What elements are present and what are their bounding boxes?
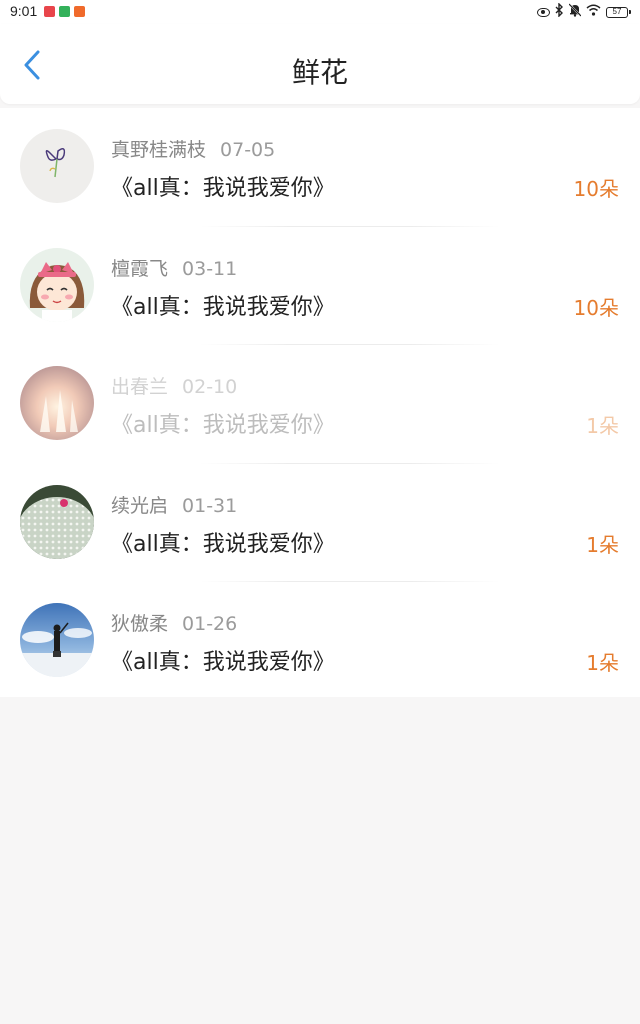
- fireworks-avatar: [20, 366, 94, 440]
- battery-icon: 57: [606, 6, 631, 18]
- flower-count: 1朵: [586, 651, 619, 675]
- sender-name: 狄傲柔: [111, 613, 169, 635]
- flower-count: 10朵: [573, 295, 619, 320]
- sender-name: 檀霞飞: [111, 257, 169, 280]
- status-indicators: 57: [537, 2, 631, 21]
- mute-bell-icon: [568, 3, 582, 21]
- sender-name: 续光启: [111, 494, 169, 517]
- flower-count: 1朵: [586, 532, 619, 557]
- message-text: 《all真：我说我爱你》: [111, 531, 335, 557]
- avatar[interactable]: [20, 247, 94, 322]
- avatar[interactable]: [20, 603, 94, 677]
- butterfly-drawing-avatar: [20, 129, 94, 203]
- meta-row: 檀霞飞 03-11: [111, 254, 237, 281]
- meta-row: 真野桂满枝 07-05: [111, 135, 275, 162]
- meta-row: 出春兰 02-10: [111, 372, 237, 399]
- status-bar: 9:01 57: [0, 0, 640, 24]
- sender-name: 出春兰: [111, 376, 169, 398]
- send-date: 02-10: [182, 376, 238, 398]
- page-title: 鲜花: [291, 56, 348, 89]
- avatar[interactable]: [20, 129, 94, 203]
- avatar[interactable]: [20, 484, 94, 559]
- app-orange-icon: [74, 6, 85, 17]
- eye-icon: [537, 7, 550, 17]
- flower-count: 1朵: [586, 414, 619, 438]
- meta-row: 狄傲柔 01-26: [111, 609, 237, 636]
- cactus-avatar: [20, 484, 94, 559]
- send-date: 03-11: [182, 257, 238, 280]
- flower-count: 10朵: [573, 177, 619, 201]
- send-date: 01-26: [182, 613, 238, 635]
- list-item[interactable]: 续光启 01-31 《all真：我说我爱你》 1朵: [0, 464, 640, 582]
- message-text: 《all真：我说我爱你》: [111, 413, 335, 438]
- app-green-icon: [59, 6, 70, 17]
- message-text: 《all真：我说我爱你》: [111, 176, 335, 201]
- send-date: 01-31: [182, 494, 238, 517]
- bluetooth-icon: [555, 2, 564, 21]
- send-date: 07-05: [220, 139, 276, 161]
- gift-list: 真野桂满枝 07-05 《all真：我说我爱你》 10朵 檀霞飞 03-11 《…: [0, 108, 640, 697]
- list-item[interactable]: 檀霞飞 03-11 《all真：我说我爱你》 10朵: [0, 227, 640, 345]
- app-red-icon: [44, 6, 55, 17]
- sky-person-avatar: [20, 603, 94, 677]
- message-text: 《all真：我说我爱你》: [111, 650, 335, 675]
- sender-name: 真野桂满枝: [111, 139, 207, 161]
- meta-row: 续光启 01-31: [111, 491, 237, 518]
- avatar[interactable]: [20, 366, 94, 440]
- list-item[interactable]: 狄傲柔 01-26 《all真：我说我爱你》 1朵: [0, 582, 640, 701]
- header: 鲜花: [0, 24, 640, 104]
- cartoon-girl-avatar: [20, 247, 94, 322]
- list-item[interactable]: 出春兰 02-10 《all真：我说我爱你》 1朵: [0, 345, 640, 464]
- status-time: 9:01: [10, 3, 38, 19]
- message-text: 《all真：我说我爱你》: [111, 294, 335, 320]
- list-item[interactable]: 真野桂满枝 07-05 《all真：我说我爱你》 10朵: [0, 108, 640, 227]
- wifi-icon: [586, 4, 601, 20]
- status-app-icons: [44, 6, 85, 17]
